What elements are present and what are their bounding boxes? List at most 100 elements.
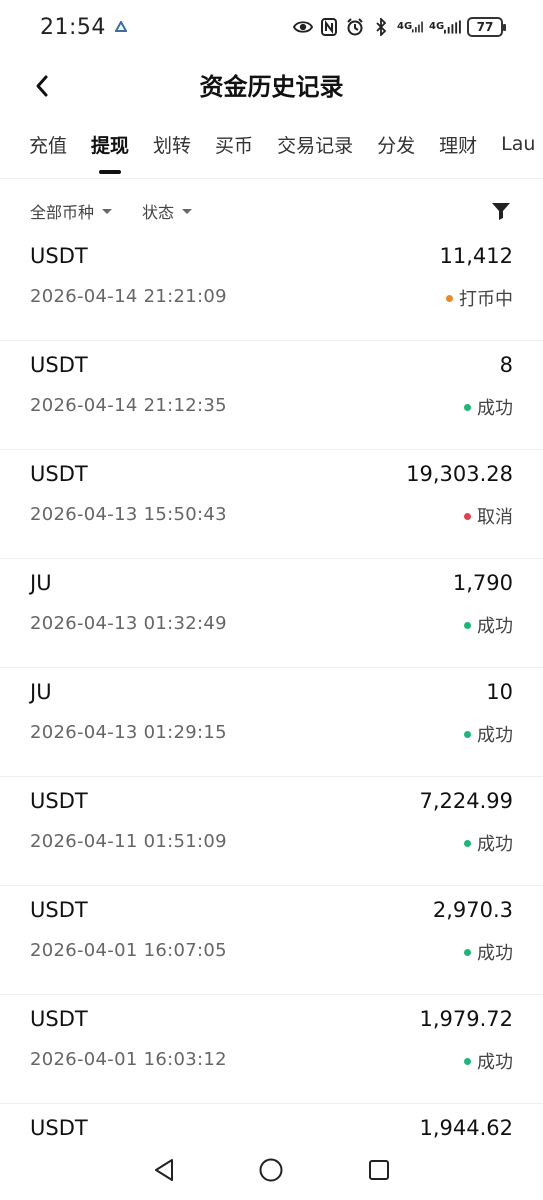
list-item[interactable]: JU 1,790 2026-04-13 01:32:49 成功 [0, 559, 543, 668]
records-list: USDT 11,412 2026-04-14 21:21:09 打币中 USDT… [0, 232, 543, 1200]
status-badge: 取消 [464, 503, 513, 529]
tab-launchpad[interactable]: Lau [501, 120, 535, 168]
nfc-icon [319, 17, 339, 37]
list-item[interactable]: USDT 1,979.72 2026-04-01 16:03:12 成功 [0, 995, 543, 1104]
triangle-back-icon [154, 1159, 173, 1181]
caret-down-icon [182, 208, 193, 214]
record-amount: 7,224.99 [419, 789, 513, 813]
currency-filter-label: 全部币种 [30, 203, 95, 222]
caret-down-icon [102, 208, 113, 214]
success-status-dot-icon [464, 1057, 471, 1065]
record-asset: USDT [30, 244, 88, 268]
status-filter-label: 状态 [142, 203, 175, 222]
record-amount: 11,412 [439, 244, 513, 268]
status-badge: 成功 [464, 394, 513, 420]
funnel-icon [492, 203, 510, 220]
success-status-dot-icon [464, 621, 471, 629]
nav-home-button[interactable] [251, 1150, 291, 1190]
chevron-left-icon [36, 75, 48, 97]
divider [0, 178, 543, 179]
record-asset: USDT [30, 462, 88, 486]
record-asset: JU [30, 571, 52, 595]
list-item[interactable]: USDT 8 2026-04-14 21:12:35 成功 [0, 341, 543, 450]
list-item[interactable]: USDT 19,303.28 2026-04-13 15:50:43 取消 [0, 450, 543, 559]
record-time: 2026-04-14 21:21:09 [30, 286, 227, 307]
back-button[interactable] [24, 68, 60, 104]
tab-buy-crypto[interactable]: 买币 [215, 120, 253, 168]
alarm-icon [345, 17, 365, 37]
tab-distribution[interactable]: 分发 [377, 120, 415, 168]
system-nav-bar [0, 1140, 543, 1200]
record-time: 2026-04-13 01:29:15 [30, 722, 227, 743]
square-recents-icon [369, 1160, 390, 1180]
circle-home-icon [259, 1158, 283, 1182]
signal-1-icon: 4G [397, 17, 423, 37]
tab-transfer[interactable]: 划转 [153, 120, 191, 168]
record-amount: 1,979.72 [419, 1007, 513, 1031]
record-time: 2026-04-01 16:03:12 [30, 1049, 227, 1070]
status-badge: 成功 [464, 830, 513, 856]
record-asset: JU [30, 680, 52, 704]
battery-icon: 77 [467, 17, 506, 37]
record-status: 成功 [477, 1052, 513, 1073]
record-amount: 19,303.28 [406, 462, 513, 486]
record-status: 成功 [477, 616, 513, 637]
network-label: 4G [429, 21, 445, 32]
page-title: 资金历史记录 [199, 72, 344, 101]
status-badge: 成功 [464, 721, 513, 747]
record-time: 2026-04-13 15:50:43 [30, 504, 227, 525]
app-notification-icon [114, 20, 128, 34]
record-asset: USDT [30, 1007, 88, 1031]
currency-filter-dropdown[interactable]: 全部币种 [30, 199, 113, 223]
record-amount: 2,970.3 [432, 898, 513, 922]
record-status: 成功 [477, 398, 513, 419]
tab-trade-history[interactable]: 交易记录 [277, 120, 353, 168]
cancel-status-dot-icon [464, 512, 471, 520]
app-screen: 21:54 4G 4G 77 资金历史记录 充值 提现 划转 买币 交易记录 分… [0, 0, 543, 1200]
funnel-filter-button[interactable] [489, 199, 513, 223]
record-status: 成功 [477, 834, 513, 855]
filter-bar: 全部币种 状态 [0, 192, 543, 230]
success-status-dot-icon [464, 403, 471, 411]
status-badge: 成功 [464, 612, 513, 638]
tab-earn[interactable]: 理财 [439, 120, 477, 168]
list-item[interactable]: USDT 7,224.99 2026-04-11 01:51:09 成功 [0, 777, 543, 886]
success-status-dot-icon [464, 839, 471, 847]
record-status: 成功 [477, 943, 513, 964]
success-status-dot-icon [464, 948, 471, 956]
record-asset: USDT [30, 898, 88, 922]
list-item[interactable]: USDT 2,970.3 2026-04-01 16:07:05 成功 [0, 886, 543, 995]
status-badge: 成功 [464, 1048, 513, 1074]
record-asset: USDT [30, 789, 88, 813]
signal-2-icon: 4G [429, 17, 461, 37]
status-filter-dropdown[interactable]: 状态 [142, 199, 193, 223]
nav-recents-button[interactable] [359, 1150, 399, 1190]
status-badge: 打币中 [446, 285, 513, 311]
record-time: 2026-04-14 21:12:35 [30, 395, 227, 416]
record-amount: 10 [486, 680, 513, 704]
status-bar: 21:54 4G 4G 77 [0, 0, 543, 54]
record-time: 2026-04-11 01:51:09 [30, 831, 227, 852]
record-status: 打币中 [459, 289, 513, 310]
eye-icon [293, 17, 313, 37]
record-status: 成功 [477, 725, 513, 746]
tab-bar: 充值 提现 划转 买币 交易记录 分发 理财 Lau [0, 120, 543, 178]
record-amount: 1,944.62 [419, 1116, 513, 1140]
record-time: 2026-04-13 01:32:49 [30, 613, 227, 634]
record-asset: USDT [30, 1116, 88, 1140]
status-icons: 4G 4G 77 [293, 17, 506, 37]
pending-status-dot-icon [446, 294, 453, 302]
status-time: 21:54 [40, 14, 106, 40]
record-amount: 8 [499, 353, 513, 377]
record-asset: USDT [30, 353, 88, 377]
tab-withdraw[interactable]: 提现 [91, 120, 129, 168]
list-item[interactable]: JU 10 2026-04-13 01:29:15 成功 [0, 668, 543, 777]
header: 资金历史记录 [0, 56, 543, 112]
tab-deposit[interactable]: 充值 [29, 120, 67, 168]
nav-back-button[interactable] [144, 1150, 184, 1190]
list-item[interactable]: USDT 11,412 2026-04-14 21:21:09 打币中 [0, 232, 543, 341]
status-badge: 成功 [464, 939, 513, 965]
success-status-dot-icon [464, 730, 471, 738]
record-amount: 1,790 [452, 571, 513, 595]
record-status: 取消 [477, 507, 513, 528]
